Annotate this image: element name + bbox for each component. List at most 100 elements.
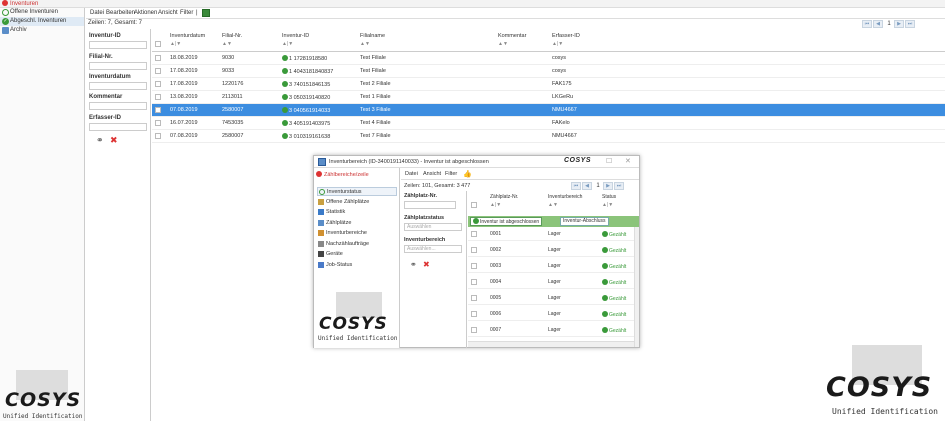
next-page-icon[interactable]: ▶: [603, 182, 613, 190]
dialog-nav-item[interactable]: Statistik: [317, 208, 397, 217]
col-header-branch[interactable]: Filial-Nr.: [222, 33, 242, 39]
vertical-scrollbar[interactable]: [634, 227, 639, 347]
col-header-user[interactable]: Erfasser-ID: [552, 33, 580, 39]
sort-icon[interactable]: ▲▼: [548, 202, 558, 208]
page-number[interactable]: 1: [884, 20, 894, 28]
dialog-filter-place-status-select[interactable]: Auswählen: [404, 223, 462, 231]
dialog-nav-item[interactable]: Zählplätze: [317, 219, 397, 228]
last-page-icon[interactable]: ⏭: [905, 20, 915, 28]
sort-icon[interactable]: ▲▼: [222, 41, 232, 47]
first-page-icon[interactable]: ⏮: [862, 20, 872, 28]
row-checkbox[interactable]: [155, 107, 161, 113]
row-checkbox[interactable]: [471, 311, 477, 317]
select-all-checkbox[interactable]: [471, 202, 477, 208]
thumbs-up-icon[interactable]: 👍: [463, 170, 472, 178]
col-header-place-nr[interactable]: Zählplatz-Nr.: [490, 194, 518, 200]
inventory-close-button[interactable]: Inventur-Abschluss: [560, 217, 609, 226]
close-icon[interactable]: ✕: [625, 157, 631, 165]
menu-file[interactable]: Datei: [90, 10, 104, 16]
menu-filter[interactable]: Filter: [180, 10, 193, 16]
first-page-icon[interactable]: ⏮: [571, 182, 581, 190]
dialog-filter-area-select[interactable]: Auswählen...: [404, 245, 462, 253]
home-button[interactable]: Inventuren: [2, 0, 38, 8]
menu-view[interactable]: Ansicht: [158, 10, 178, 16]
table-row[interactable]: 0006 Lager Gezählt: [468, 308, 639, 321]
dialog-menu-file[interactable]: Datei: [405, 171, 418, 177]
dialog-menu-filter[interactable]: Filter: [445, 171, 457, 177]
row-checkbox[interactable]: [471, 247, 477, 253]
sort-icon[interactable]: ▲|▼: [170, 41, 181, 47]
filter-inventory-date-input[interactable]: [89, 82, 147, 90]
row-checkbox[interactable]: [471, 279, 477, 285]
row-checkbox[interactable]: [155, 81, 161, 87]
table-row[interactable]: 0002 Lager Gezählt: [468, 244, 639, 257]
table-row[interactable]: 18.08.2019 9030 1 17281918580 Test Filiale c…: [152, 52, 945, 65]
row-checkbox[interactable]: [471, 327, 477, 333]
logo-tagline-right: Unified Identification: [832, 407, 938, 416]
filter-user-id-input[interactable]: [89, 123, 147, 131]
col-header-name[interactable]: Filialname: [360, 33, 385, 39]
col-header-id[interactable]: Inventur-ID: [282, 33, 309, 39]
dialog-nav-item[interactable]: Nachzählaufträge: [317, 240, 397, 249]
table-row[interactable]: 0004 Lager Gezählt: [468, 276, 639, 289]
dialog-nav-item[interactable]: Inventurstatus: [317, 187, 397, 196]
dialog-nav-item[interactable]: Job-Status: [317, 261, 397, 270]
dialog-nav-item[interactable]: Geräte: [317, 250, 397, 259]
sidebar-item-archive[interactable]: Archiv: [0, 26, 84, 35]
prev-page-icon[interactable]: ◀: [873, 20, 883, 28]
select-all-checkbox[interactable]: [155, 41, 161, 47]
sort-icon[interactable]: ▲|▼: [490, 202, 501, 208]
sort-icon[interactable]: ▲|▼: [282, 41, 293, 47]
table-row[interactable]: 07.08.2019 2580007 3 010319161638 Test 7 Fi…: [152, 130, 945, 143]
row-checkbox[interactable]: [471, 263, 477, 269]
dialog-page-number[interactable]: 1: [593, 182, 603, 190]
dialog-filter-place-nr-input[interactable]: [404, 201, 456, 209]
row-checkbox[interactable]: [471, 295, 477, 301]
binoculars-icon[interactable]: ⚭: [410, 260, 417, 269]
row-checkbox[interactable]: [155, 55, 161, 61]
col-header-date[interactable]: Inventurdatum: [170, 33, 205, 39]
last-page-icon[interactable]: ⏭: [614, 182, 624, 190]
sort-icon[interactable]: ▲|▼: [552, 41, 563, 47]
back-button[interactable]: Zählbereiche/zeile: [316, 171, 369, 178]
clear-filter-icon[interactable]: ✖: [423, 260, 430, 269]
row-checkbox[interactable]: [471, 231, 477, 237]
table-row[interactable]: 0001 Lager Gezählt: [468, 228, 639, 241]
row-checkbox[interactable]: [155, 133, 161, 139]
dialog-menu-view[interactable]: Ansicht: [423, 171, 441, 177]
col-header-comment[interactable]: Kommentar: [498, 33, 526, 39]
sort-icon[interactable]: ▲▼: [498, 41, 508, 47]
menu-edit[interactable]: Bearbeiten: [106, 10, 135, 16]
table-row[interactable]: 0005 Lager Gezählt: [468, 292, 639, 305]
table-row[interactable]: 07.08.2019 2580007 3 040561914033 Test 3 Fi…: [152, 104, 945, 117]
filter-comment-input[interactable]: [89, 102, 147, 110]
binoculars-icon[interactable]: ⚭: [96, 136, 104, 145]
table-row[interactable]: 0003 Lager Gezählt: [468, 260, 639, 273]
prev-page-icon[interactable]: ◀: [582, 182, 592, 190]
table-row[interactable]: 13.08.2019 2113011 3 050319140820 Test 1 Fi…: [152, 91, 945, 104]
maximize-icon[interactable]: ☐: [606, 157, 612, 165]
filter-inventory-id-input[interactable]: [89, 41, 147, 49]
row-checkbox[interactable]: [155, 120, 161, 126]
col-header-area[interactable]: Inventurbereich: [548, 194, 582, 200]
col-header-status[interactable]: Status: [602, 194, 616, 200]
sidebar-item-open[interactable]: Offene Inventuren: [0, 8, 84, 17]
sort-icon[interactable]: ▲|▼: [602, 202, 613, 208]
sort-icon[interactable]: ▲▼: [360, 41, 370, 47]
filter-branch-nr-input[interactable]: [89, 62, 147, 70]
clear-filter-icon[interactable]: ✖: [110, 136, 118, 145]
row-checkbox[interactable]: [155, 94, 161, 100]
next-page-icon[interactable]: ▶: [894, 20, 904, 28]
row-checkbox[interactable]: [155, 68, 161, 74]
menu-actions[interactable]: Aktionen: [134, 10, 157, 16]
table-row[interactable]: 0007 Lager Gezählt: [468, 324, 639, 337]
cell-name: Test 1 Filiale: [360, 94, 391, 100]
sidebar-item-closed[interactable]: ✓ Abgeschl. Inventuren: [0, 17, 84, 26]
excel-export-icon[interactable]: [202, 9, 210, 17]
dialog-nav-item[interactable]: Inventurbereiche: [317, 229, 397, 238]
dialog-nav-item[interactable]: Offene Zählplätze: [317, 198, 397, 207]
table-row[interactable]: 16.07.2019 7453035 3 405191403975 Test 4 Fi…: [152, 117, 945, 130]
table-row[interactable]: 17.08.2019 1220176 3 740151846135 Test 2 Fi…: [152, 78, 945, 91]
table-row[interactable]: 17.08.2019 9033 1 4043181840837 Test Filial…: [152, 65, 945, 78]
horizontal-scrollbar[interactable]: [468, 341, 634, 347]
